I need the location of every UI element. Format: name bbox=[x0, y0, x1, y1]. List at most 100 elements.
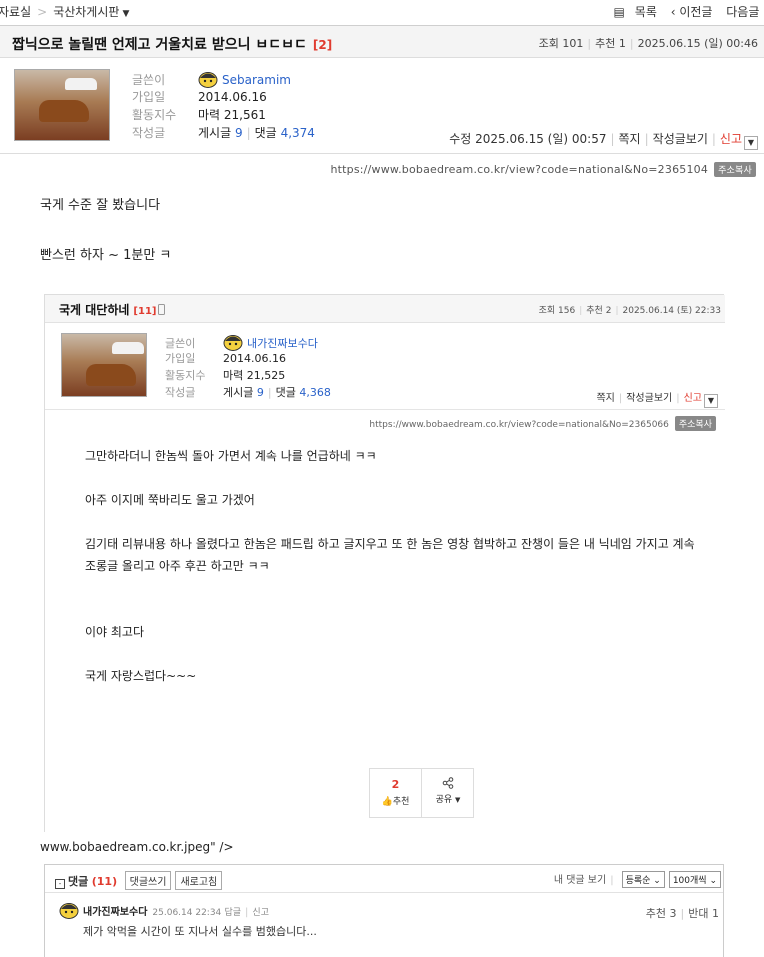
comment-report-link[interactable]: 신고 bbox=[252, 908, 269, 918]
embed-date: 2025.06.14 (토) 22:33 bbox=[622, 306, 722, 316]
join-label: 가입일 bbox=[132, 90, 166, 104]
message-link[interactable]: 쪽지 bbox=[619, 132, 641, 146]
per-page-value: 100개씩 bbox=[672, 876, 707, 886]
posts-prefix: 게시글 bbox=[198, 126, 232, 140]
posts-count[interactable]: 9 bbox=[235, 126, 243, 140]
embed-body: 그만하라더니 한놈씩 돌아 가면서 계속 나를 언급하네 ㅋㅋ 아주 이지메 쭉… bbox=[85, 445, 695, 687]
breadcrumb-archive[interactable]: 자료실 bbox=[0, 5, 31, 19]
embed-meta: 조회 156 | 추천 2 | 2025.06.14 (토) 22:33 bbox=[538, 306, 722, 316]
list-icon: ▤ bbox=[613, 5, 625, 19]
view-posts-link[interactable]: 작성글보기 bbox=[653, 132, 708, 146]
posts-label: 작성글 bbox=[132, 126, 166, 140]
embed-title: 국게 대단하네 [11] bbox=[59, 301, 166, 318]
refresh-button[interactable]: 새로고침 bbox=[175, 871, 223, 890]
my-comments-link[interactable]: 내 댓글 보기 bbox=[554, 875, 606, 886]
views-label: 조회 bbox=[538, 306, 556, 316]
body-line: 국게 자랑스럽다~~~ bbox=[85, 669, 197, 683]
rec-label: 추천 bbox=[595, 37, 616, 50]
body-line: 그만하라더니 한놈씩 돌아 가면서 계속 나를 언급하네 ㅋㅋ bbox=[85, 449, 377, 463]
next-post-link[interactable]: 다음글 › bbox=[726, 5, 764, 19]
prev-post-link[interactable]: ‹ 이전글 bbox=[671, 5, 713, 19]
author-photo[interactable] bbox=[14, 69, 110, 141]
comment-recommend[interactable]: 추천 3 bbox=[646, 907, 677, 920]
body-line: 조롱글 올리고 아주 후끈 하고만 ㅋㅋ bbox=[85, 559, 270, 573]
share-icon bbox=[442, 777, 454, 789]
rec-label: 추천 bbox=[586, 306, 603, 316]
chevron-down-icon[interactable]: ▼ bbox=[744, 136, 758, 150]
embed-comment-count[interactable]: [11] bbox=[133, 306, 156, 317]
share-button[interactable]: 공유 ▼ bbox=[422, 769, 474, 817]
embed-author-info: 글쓴이 내가진짜보수다 가입일 2014.06.16 활동지수 마력 21,525 작… bbox=[165, 333, 331, 401]
top-nav: 자료실 > 국산차게시판 ▼ ▤ 목록 ‹ 이전글 다음글 › bbox=[0, 0, 764, 24]
join-date: 2014.06.16 bbox=[223, 352, 286, 365]
collapse-icon[interactable]: - bbox=[55, 879, 65, 889]
user-level-icon bbox=[198, 72, 218, 88]
writer-label: 글쓴이 bbox=[132, 73, 166, 87]
activity-label: 활동지수 bbox=[132, 108, 177, 122]
stray-text: www.bobaedream.co.kr.jpeg" /> bbox=[40, 840, 234, 854]
message-link[interactable]: 쪽지 bbox=[596, 393, 614, 404]
caret-down-icon: ▼ bbox=[455, 796, 461, 804]
edited-date: 수정 2025.06.15 (일) 00:57 bbox=[449, 132, 607, 146]
recommend-button[interactable]: 2 👍추천 bbox=[370, 769, 422, 817]
list-button[interactable]: ▤ 목록 bbox=[603, 5, 656, 19]
comments-count[interactable]: 4,374 bbox=[281, 126, 315, 140]
comment-author[interactable]: 내가진짜보수다 bbox=[83, 907, 147, 918]
divider bbox=[45, 409, 725, 410]
embed-author-nick[interactable]: 내가진짜보수다 bbox=[223, 335, 318, 351]
comments-count: (11) bbox=[91, 875, 118, 888]
rec-count: 2 bbox=[605, 306, 612, 316]
comments-header-right: 내 댓글 보기 | 등록순 ⌄ 100개씩 ⌄ bbox=[554, 871, 721, 888]
rec-count: 1 bbox=[618, 37, 626, 50]
chevron-down-icon[interactable]: ▼ bbox=[704, 394, 718, 408]
posts-count[interactable]: 9 bbox=[257, 386, 264, 399]
body-line bbox=[85, 467, 695, 489]
post-comment-count[interactable]: [2] bbox=[313, 38, 332, 52]
author-info: 글쓴이 Sebaramim 가입일 2014.06.16 활동지수 마력 21,561… bbox=[132, 70, 315, 142]
per-page-select[interactable]: 100개씩 ⌄ bbox=[668, 871, 721, 888]
post-meta: 조회 101 | 추천 1 | 2025.06.15 (일) 00:46 bbox=[538, 37, 758, 50]
post-url-line: https://www.bobaedream.co.kr/view?code=n… bbox=[330, 162, 756, 177]
write-comment-button[interactable]: 댓글쓰기 bbox=[124, 871, 172, 890]
body-line: 이야 최고다 bbox=[85, 625, 145, 639]
comment-reply-link[interactable]: 답글 bbox=[224, 908, 241, 918]
embed-author-nick-text: 내가진짜보수다 bbox=[247, 337, 318, 350]
comments-prefix: 댓글 bbox=[254, 126, 277, 140]
user-level-icon bbox=[59, 903, 79, 919]
chevron-down-icon[interactable]: ▼ bbox=[122, 9, 129, 19]
join-date: 2014.06.16 bbox=[198, 90, 267, 104]
post-date: 2025.06.15 (일) 00:46 bbox=[637, 37, 758, 50]
author-nick[interactable]: Sebaramim bbox=[198, 72, 291, 88]
views-count: 156 bbox=[558, 306, 576, 316]
embed-author-actions: 쪽지 | 작성글보기 | 신고 ▼ bbox=[596, 389, 718, 408]
author-block: 글쓴이 Sebaramim 가입일 2014.06.16 활동지수 마력 21,561… bbox=[0, 59, 764, 154]
post-url: https://www.bobaedream.co.kr/view?code=n… bbox=[330, 163, 709, 176]
body-blank-line bbox=[40, 223, 171, 248]
breadcrumb-separator: > bbox=[37, 5, 48, 19]
view-posts-link[interactable]: 작성글보기 bbox=[626, 393, 672, 404]
post-nav: ▤ 목록 ‹ 이전글 다음글 › bbox=[593, 3, 764, 20]
thumbs-up-icon: 👍 bbox=[381, 797, 393, 807]
breadcrumb-board[interactable]: 국산차게시판 bbox=[53, 5, 119, 19]
body-line bbox=[85, 599, 695, 621]
sort-select[interactable]: 등록순 ⌄ bbox=[621, 871, 665, 888]
embed-url-line: https://www.bobaedream.co.kr/view?code=n… bbox=[369, 416, 716, 431]
report-link[interactable]: 신고 bbox=[720, 132, 742, 146]
copy-url-button[interactable]: 주소복사 bbox=[714, 162, 756, 177]
views-count: 101 bbox=[562, 37, 584, 50]
author-nick-text: Sebaramim bbox=[222, 73, 291, 87]
sort-value: 등록순 bbox=[625, 876, 651, 886]
list-label: 목록 bbox=[634, 5, 657, 19]
report-link[interactable]: 신고 bbox=[684, 393, 702, 404]
comment-meta: 내가진짜보수다 25.06.14 22:34 답글 | 신고 bbox=[59, 901, 719, 919]
body-line: 아주 이지메 쭉바리도 울고 가겠어 bbox=[85, 493, 255, 507]
comments-section: - 댓글 (11) 댓글쓰기 새로고침 내 댓글 보기 | 등록순 ⌄ 100개씩 ⌄ 내… bbox=[44, 864, 724, 957]
embed-author-photo[interactable] bbox=[61, 333, 147, 397]
share-label: 공유 ▼ bbox=[422, 792, 474, 805]
copy-url-button[interactable]: 주소복사 bbox=[674, 416, 716, 431]
activity-power: 마력 21,525 bbox=[223, 369, 286, 382]
comments-count[interactable]: 4,368 bbox=[299, 386, 331, 399]
embed-title-bar: 국게 대단하네 [11] 조회 156 | 추천 2 | 2025.06.14 (토) 2… bbox=[45, 295, 725, 323]
comment-oppose[interactable]: 반대 1 bbox=[688, 907, 719, 920]
breadcrumb: 자료실 > 국산차게시판 ▼ bbox=[0, 3, 129, 20]
